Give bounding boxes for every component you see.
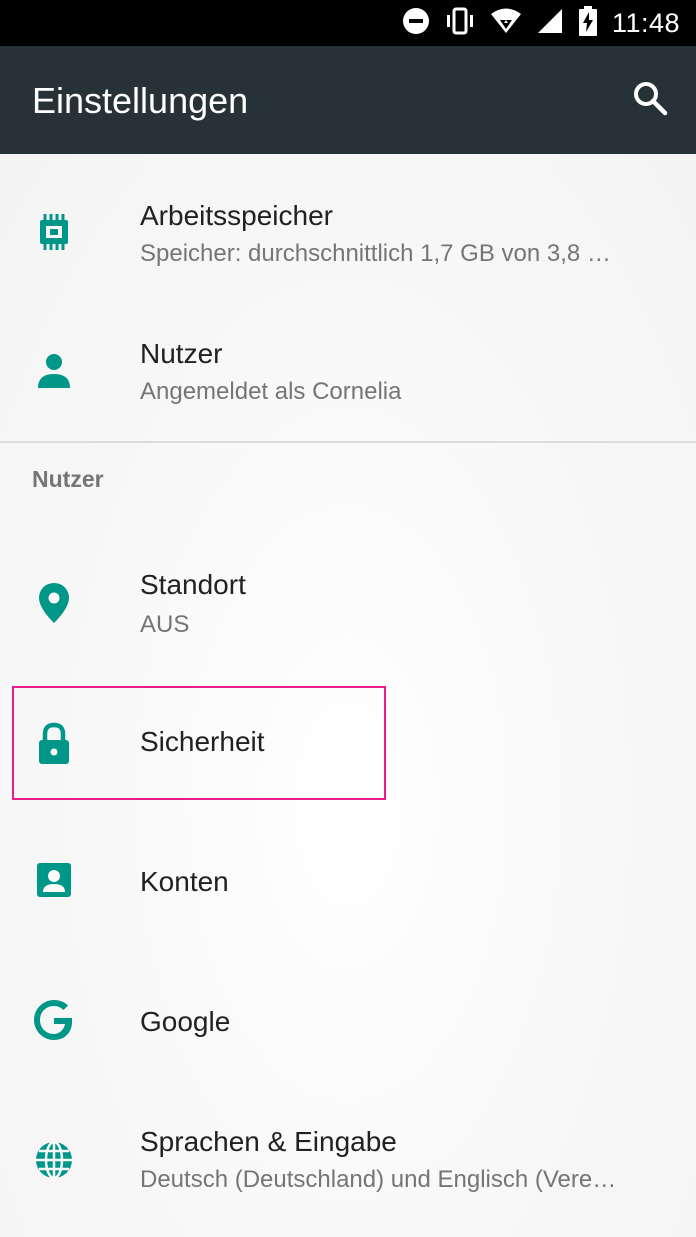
highlight-box (12, 686, 386, 800)
list-item-accounts[interactable]: Konten (0, 830, 696, 940)
status-bar: 11:48 (0, 0, 696, 46)
memory-icon (30, 208, 78, 256)
item-summary: Speicher: durchschnittlich 1,7 GB von 3,… (140, 240, 611, 267)
vibrate-icon (444, 7, 476, 40)
item-title: Google (140, 1006, 231, 1037)
wifi-icon (490, 7, 522, 40)
item-summary: Deutsch (Deutschland) und Englisch (Vere… (140, 1166, 617, 1193)
item-summary: AUS (140, 611, 190, 638)
app-bar: Einstellungen (0, 46, 696, 154)
status-time: 11:48 (611, 7, 680, 38)
item-summary: Angemeldet als Cornelia (140, 378, 402, 405)
list-item-user[interactable]: Nutzer Angemeldet als Cornelia (0, 310, 696, 440)
item-title: Arbeitsspeicher (140, 200, 333, 231)
person-icon (30, 346, 78, 394)
item-title: Standort (140, 569, 246, 600)
location-icon (30, 579, 78, 627)
do-not-disturb-icon (402, 7, 430, 40)
item-title: Konten (140, 866, 229, 897)
status-icons: 11:48 (402, 0, 680, 46)
page-title: Einstellungen (32, 80, 249, 121)
item-title: Sprachen & Eingabe (140, 1126, 397, 1157)
language-icon (30, 1136, 78, 1184)
list-item-memory[interactable]: Arbeitsspeicher Speicher: durchschnittli… (0, 170, 696, 300)
search-button[interactable] (626, 76, 674, 124)
item-title: Nutzer (140, 338, 223, 369)
cell-signal-icon (536, 7, 564, 40)
account-box-icon (30, 856, 78, 904)
list-item-languages[interactable]: Sprachen & Eingabe Deutsch (Deutschland)… (0, 1100, 696, 1220)
category-header: Nutzer (32, 466, 104, 492)
google-icon (30, 996, 78, 1044)
battery-charging-icon (578, 5, 598, 41)
divider (0, 441, 696, 443)
list-item-google[interactable]: Google (0, 970, 696, 1080)
search-icon (632, 80, 668, 121)
list-item-location[interactable]: Standort AUS (0, 545, 696, 665)
